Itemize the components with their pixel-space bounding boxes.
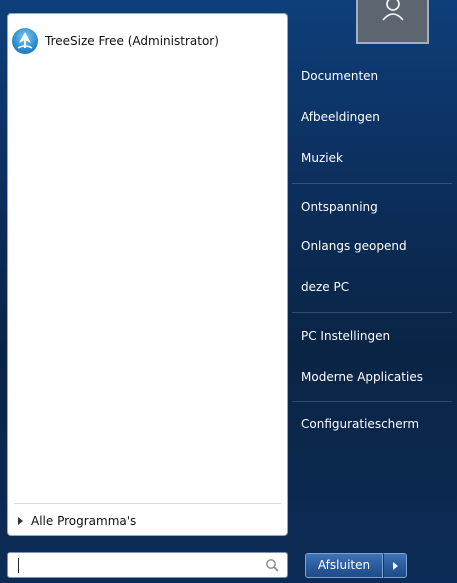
user-picture-tile[interactable] [356, 0, 429, 44]
menu-item-deze-pc[interactable]: deze PC [301, 277, 349, 297]
menu-separator [292, 401, 452, 402]
all-programs-button[interactable]: Alle Programma's [18, 510, 136, 532]
menu-item-configuratiescherm[interactable]: Configuratiescherm [301, 414, 419, 434]
treesize-icon [12, 28, 38, 54]
menu-item-muziek[interactable]: Muziek [301, 148, 343, 168]
menu-separator [292, 312, 452, 313]
shutdown-group: Afsluiten [305, 553, 407, 578]
pinned-app-label: TreeSize Free (Administrator) [45, 34, 219, 48]
program-list-panel: TreeSize Free (Administrator) Alle Progr… [7, 13, 288, 536]
menu-item-afbeeldingen[interactable]: Afbeeldingen [301, 107, 380, 127]
menu-item-ontspanning[interactable]: Ontspanning [301, 197, 378, 217]
pinned-app-treesize[interactable]: TreeSize Free (Administrator) [12, 28, 219, 54]
menu-item-pc-instellingen[interactable]: PC Instellingen [301, 326, 390, 346]
triangle-right-icon [392, 561, 398, 570]
all-programs-divider [14, 503, 281, 504]
shutdown-options-button[interactable] [383, 553, 407, 578]
menu-separator [292, 183, 452, 184]
text-caret [18, 558, 19, 573]
all-programs-label: Alle Programma's [31, 514, 137, 528]
menu-item-moderne-applicaties[interactable]: Moderne Applicaties [301, 367, 423, 387]
triangle-right-icon [18, 517, 23, 525]
shutdown-button[interactable]: Afsluiten [305, 553, 383, 578]
menu-item-documenten[interactable]: Documenten [301, 66, 378, 86]
search-icon[interactable] [265, 558, 279, 575]
menu-item-onlangs-geopend[interactable]: Onlangs geopend [301, 236, 407, 256]
user-icon [381, 0, 405, 25]
search-input[interactable] [7, 552, 288, 578]
